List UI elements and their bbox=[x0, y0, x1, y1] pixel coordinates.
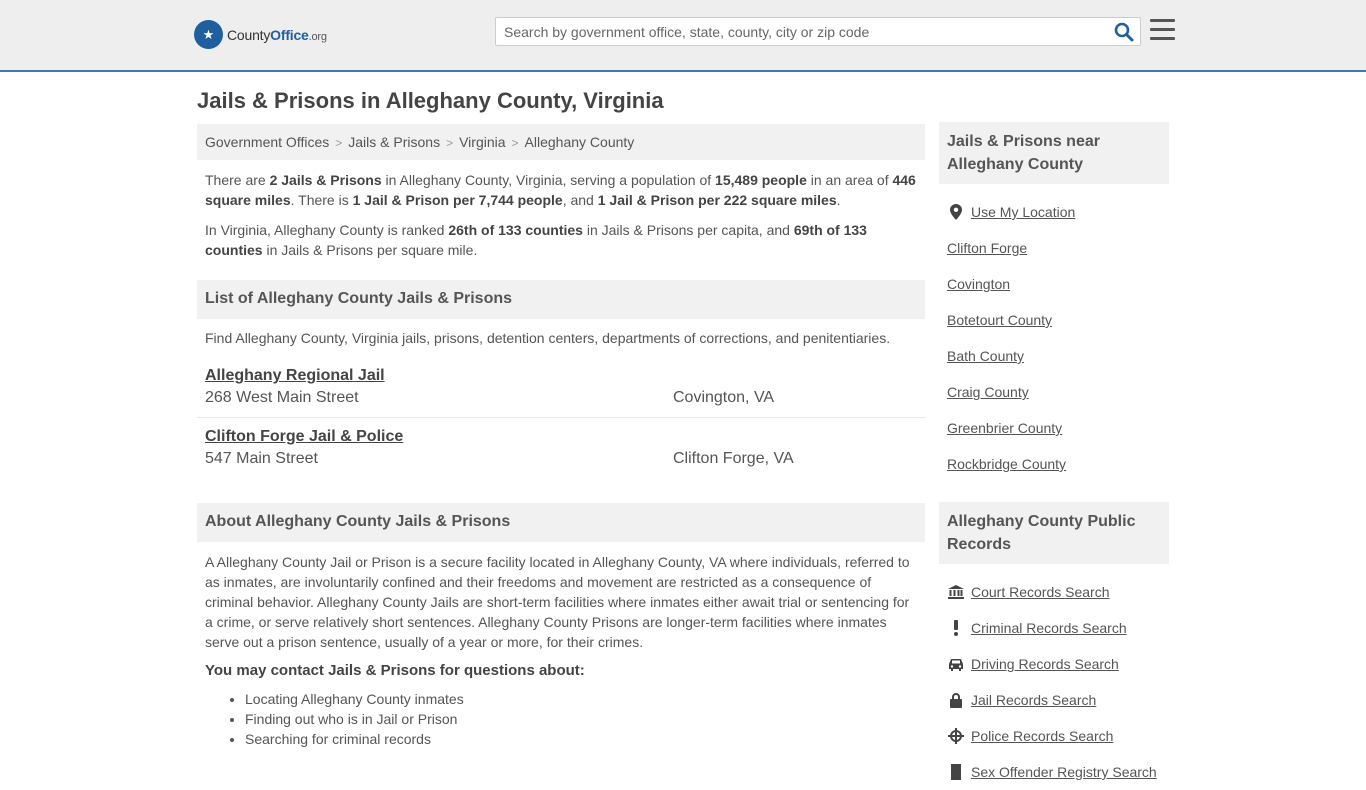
list-section-subtitle: Find Alleghany County, Virginia jails, p… bbox=[205, 330, 891, 346]
menu-icon[interactable] bbox=[1150, 19, 1175, 41]
records-item: Criminal Records Search bbox=[947, 610, 1161, 646]
facility-city: Clifton Forge, VA bbox=[673, 450, 794, 467]
records-item: Sex Offender Registry Search bbox=[947, 754, 1161, 790]
car-icon bbox=[947, 656, 965, 672]
crosshair-icon bbox=[947, 728, 965, 744]
list-section-title: List of Alleghany County Jails & Prisons bbox=[197, 280, 925, 319]
chevron-right-icon: > bbox=[335, 136, 343, 150]
exclamation-icon bbox=[947, 620, 965, 636]
nearby-link[interactable]: Botetourt County bbox=[947, 312, 1052, 328]
nearby-link[interactable]: Bath County bbox=[947, 348, 1024, 364]
nearby-item: Botetourt County bbox=[947, 302, 1161, 338]
nearby-item: Greenbrier County bbox=[947, 410, 1161, 446]
nearby-link[interactable]: Craig County bbox=[947, 384, 1029, 400]
site-logo[interactable]: ★ CountyOffice.org bbox=[194, 20, 327, 49]
sidebar: Jails & Prisons near Alleghany County Us… bbox=[939, 122, 1169, 790]
facility-address: 547 Main Street bbox=[205, 450, 318, 467]
nearby-item: Clifton Forge bbox=[947, 230, 1161, 266]
search-box bbox=[495, 17, 1141, 46]
records-link[interactable]: Court Records Search bbox=[971, 584, 1110, 600]
facility-link[interactable]: Clifton Forge Jail & Police bbox=[205, 428, 403, 446]
nearby-title: Jails & Prisons near Alleghany County bbox=[939, 122, 1169, 184]
nearby-item: Covington bbox=[947, 266, 1161, 302]
nearby-link[interactable]: Rockbridge County bbox=[947, 456, 1066, 472]
facility-address: 268 West Main Street bbox=[205, 389, 359, 406]
list-item: Finding out who is in Jail or Prison bbox=[245, 709, 917, 729]
breadcrumb-item[interactable]: Jails & Prisons bbox=[348, 134, 440, 150]
facility-link[interactable]: Alleghany Regional Jail bbox=[205, 367, 385, 385]
records-list: Court Records Search Criminal Records Se… bbox=[939, 564, 1169, 790]
facility-city: Covington, VA bbox=[673, 389, 775, 406]
nearby-item: Rockbridge County bbox=[947, 446, 1161, 482]
records-title: Alleghany County Public Records bbox=[939, 502, 1169, 564]
breadcrumb-current: Alleghany County bbox=[524, 134, 635, 150]
courthouse-icon bbox=[947, 584, 965, 600]
nearby-item: Bath County bbox=[947, 338, 1161, 374]
sex-offender-icon bbox=[947, 764, 965, 780]
chevron-right-icon: > bbox=[511, 136, 519, 150]
intro-paragraph: There are 2 Jails & Prisons in Alleghany… bbox=[205, 172, 916, 208]
main-content: Government Offices > Jails & Prisons > Virgi… bbox=[197, 124, 925, 749]
logo-text: CountyOffice.org bbox=[227, 26, 327, 43]
breadcrumb-item[interactable]: Government Offices bbox=[205, 134, 329, 150]
records-item: Jail Records Search bbox=[947, 682, 1161, 718]
location-pin-icon bbox=[947, 204, 965, 220]
facility-listing: Alleghany Regional Jail 268 West Main St… bbox=[197, 357, 925, 417]
nearby-item: Craig County bbox=[947, 374, 1161, 410]
nearby-item-use-my-location: Use My Location bbox=[947, 194, 1161, 230]
page-title: Jails & Prisons in Alleghany County, Vir… bbox=[197, 88, 664, 113]
search-icon[interactable] bbox=[1114, 22, 1134, 42]
chevron-right-icon: > bbox=[446, 136, 454, 150]
records-link[interactable]: Police Records Search bbox=[971, 728, 1113, 744]
breadcrumb: Government Offices > Jails & Prisons > Virgi… bbox=[197, 124, 925, 160]
nearby-link[interactable]: Clifton Forge bbox=[947, 240, 1027, 256]
site-header: ★ CountyOffice.org bbox=[0, 0, 1366, 72]
contact-heading: You may contact Jails & Prisons for ques… bbox=[205, 662, 585, 679]
search-input[interactable] bbox=[496, 18, 1096, 45]
records-link[interactable]: Criminal Records Search bbox=[971, 620, 1127, 636]
list-item: Searching for criminal records bbox=[245, 729, 917, 749]
records-link[interactable]: Driving Records Search bbox=[971, 656, 1119, 672]
records-link[interactable]: Jail Records Search bbox=[971, 692, 1096, 708]
lock-icon bbox=[947, 692, 965, 708]
records-item: Court Records Search bbox=[947, 574, 1161, 610]
use-my-location-link[interactable]: Use My Location bbox=[971, 204, 1075, 220]
facility-listing: Clifton Forge Jail & Police 547 Main Str… bbox=[197, 417, 925, 478]
nearby-list: Use My Location Clifton Forge Covington … bbox=[939, 184, 1169, 482]
records-item: Driving Records Search bbox=[947, 646, 1161, 682]
nearby-link[interactable]: Covington bbox=[947, 276, 1010, 292]
about-section-title: About Alleghany County Jails & Prisons bbox=[197, 503, 925, 542]
ranking-paragraph: In Virginia, Alleghany County is ranked … bbox=[205, 222, 867, 258]
eagle-logo-icon: ★ bbox=[194, 20, 223, 49]
breadcrumb-item[interactable]: Virginia bbox=[459, 134, 505, 150]
about-paragraph: A Alleghany County Jail or Prison is a s… bbox=[205, 554, 910, 650]
nearby-link[interactable]: Greenbrier County bbox=[947, 420, 1062, 436]
list-item: Locating Alleghany County inmates bbox=[245, 689, 917, 709]
records-item: Police Records Search bbox=[947, 718, 1161, 754]
contact-topics-list: Locating Alleghany County inmates Findin… bbox=[197, 679, 925, 749]
records-link[interactable]: Sex Offender Registry Search bbox=[971, 764, 1157, 780]
